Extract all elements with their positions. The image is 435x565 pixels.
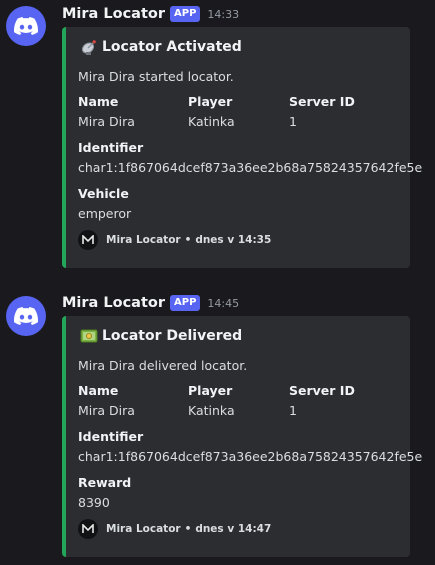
footer-separator: • (184, 523, 192, 535)
field-value: 1 (289, 114, 297, 129)
field-name: Name Mira Dira (78, 94, 135, 130)
embed-title: Locator Delivered (80, 327, 242, 345)
field-label: Identifier (78, 140, 144, 155)
field-label: Player (188, 94, 233, 109)
field-label: Name (78, 94, 119, 109)
embed-card: Locator Activated Mira Dira started loca… (62, 27, 422, 268)
embed-title-text: Locator Activated (102, 39, 242, 55)
message-header: Mira Locator APP 14:33 (62, 5, 239, 23)
field-name: Name Mira Dira (78, 383, 135, 419)
message: Mira Locator APP 14:33 Locator Activated… (0, 0, 435, 275)
message-header: Mira Locator APP 14:45 (62, 294, 239, 312)
field-label: Player (188, 383, 233, 398)
message: Mira Locator APP 14:45 Locator Delivered… (0, 290, 435, 565)
embed-description: Mira Dira delivered locator. (78, 358, 248, 373)
bot-avatar[interactable] (6, 296, 46, 336)
message-timestamp[interactable]: 14:45 (207, 297, 239, 310)
field-vehicle: Vehicle emperor (78, 186, 131, 222)
field-label: Vehicle (78, 186, 129, 201)
money-banknote-icon (80, 329, 98, 343)
field-value: 1 (289, 403, 297, 418)
author-name[interactable]: Mira Locator (62, 6, 165, 22)
field-label: Name (78, 383, 119, 398)
satellite-dish-icon (81, 40, 96, 55)
field-label: Reward (78, 475, 132, 490)
embed-footer: Mira Locator • dnes v 14:35 (78, 230, 271, 250)
field-value: Katinka (188, 114, 235, 129)
field-value: Mira Dira (78, 114, 135, 129)
field-value: emperor (78, 206, 132, 221)
discord-logo-icon (14, 17, 38, 35)
footer-name: Mira Locator (106, 523, 181, 535)
field-identifier: Identifier char1:1f867064dcef873a36ee2b6… (78, 140, 422, 176)
field-label: Server ID (289, 383, 355, 398)
embed-title-text: Locator Delivered (102, 328, 243, 344)
discord-logo-icon (14, 307, 38, 325)
field-player: Player Katinka (188, 94, 235, 130)
embed-description: Mira Dira started locator. (78, 69, 234, 84)
footer-time: dnes v 14:35 (195, 234, 272, 246)
footer-logo-icon (78, 230, 98, 250)
field-value: Mira Dira (78, 403, 135, 418)
field-reward: Reward 8390 (78, 475, 131, 511)
embed-title: Locator Activated (80, 38, 242, 56)
embed-footer: Mira Locator • dnes v 14:47 (78, 519, 271, 539)
app-badge: APP (170, 6, 201, 22)
field-label: Identifier (78, 429, 144, 444)
author-name[interactable]: Mira Locator (62, 295, 165, 311)
embed-card: Locator Delivered Mira Dira delivered lo… (62, 316, 422, 557)
field-value: char1:1f867064dcef873a36ee2b68a758243576… (78, 449, 423, 464)
field-label: Server ID (289, 94, 355, 109)
field-server-id: Server ID 1 (289, 94, 355, 130)
field-value: Katinka (188, 403, 235, 418)
field-value: 8390 (78, 495, 110, 510)
footer-logo-icon (78, 519, 98, 539)
footer-name: Mira Locator (106, 234, 181, 246)
field-player: Player Katinka (188, 383, 235, 419)
app-badge: APP (170, 295, 201, 311)
footer-separator: • (184, 234, 192, 246)
footer-time: dnes v 14:47 (195, 523, 272, 535)
message-timestamp[interactable]: 14:33 (207, 8, 239, 21)
bot-avatar[interactable] (6, 6, 46, 46)
field-server-id: Server ID 1 (289, 383, 355, 419)
field-identifier: Identifier char1:1f867064dcef873a36ee2b6… (78, 429, 422, 465)
field-value: char1:1f867064dcef873a36ee2b68a758243576… (78, 160, 423, 175)
